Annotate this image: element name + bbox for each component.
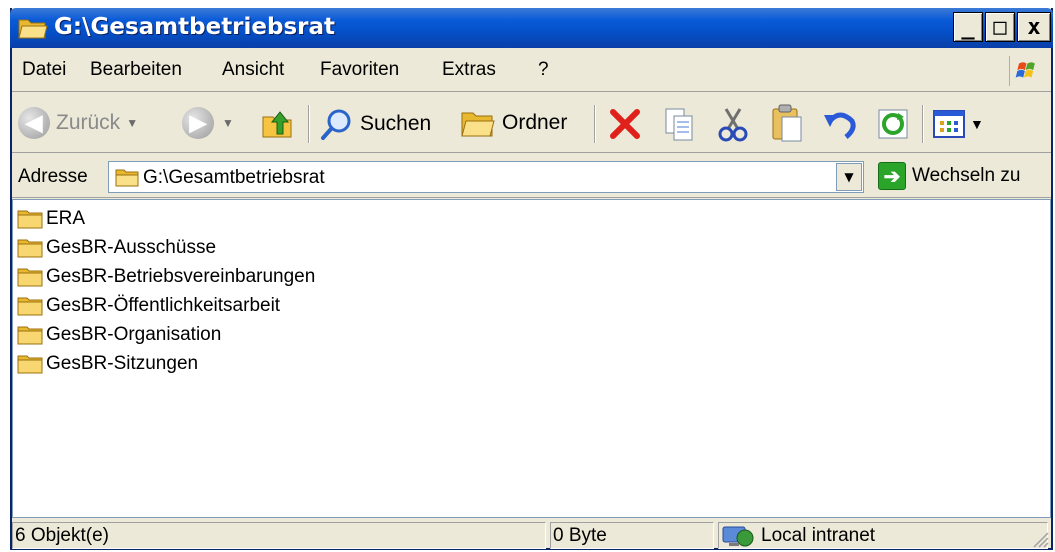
menu-help[interactable]: ? (538, 59, 549, 81)
list-item[interactable]: GesBR-Öffentlichkeitsarbeit (17, 293, 280, 319)
status-object-count: 6 Objekt(e) (12, 522, 546, 549)
folders-icon (461, 112, 495, 137)
status-size-value: 0 Byte (553, 524, 607, 546)
list-item[interactable]: GesBR-Betriebsvereinbarungen (17, 264, 315, 290)
views-dropdown-icon[interactable]: ▼ (970, 116, 984, 132)
menu-extras[interactable]: Extras (442, 59, 496, 81)
copy-to-icon[interactable] (662, 105, 696, 143)
list-item[interactable]: GesBR-Organisation (17, 322, 221, 348)
views-icon (933, 110, 965, 138)
file-name: GesBR-Organisation (46, 324, 222, 345)
file-name: GesBR-Betriebsvereinbarungen (46, 266, 316, 287)
file-name: GesBR-Sitzungen (46, 353, 199, 374)
status-bar: 6 Objekt(e) 0 Byte Local intranet (12, 521, 1051, 550)
folders-button[interactable]: Ordner (460, 107, 567, 139)
local-intranet-icon (722, 526, 754, 546)
address-input[interactable]: G:\Gesamtbetriebsrat ▼ (108, 161, 864, 193)
close-button[interactable]: x (1017, 12, 1051, 42)
back-button[interactable]: ◀ Zurück ▼ (18, 107, 138, 139)
cut-icon[interactable] (716, 105, 750, 143)
views-button[interactable]: ▼ (932, 107, 984, 141)
title-bar[interactable]: G:\Gesamtbetriebsrat _ □ x (10, 8, 1053, 48)
status-zone-label: Local intranet (761, 524, 876, 546)
folder-icon (115, 169, 139, 187)
forward-dropdown-icon[interactable]: ▼ (222, 116, 234, 130)
search-button[interactable]: Suchen (320, 107, 431, 141)
back-label: Zurück (56, 111, 121, 134)
folder-icon (17, 355, 43, 374)
forward-icon: ▶ (182, 107, 214, 139)
explorer-window: G:\Gesamtbetriebsrat _ □ x Datei Bearbei… (10, 8, 1053, 550)
open-folder-icon (18, 19, 48, 39)
search-label: Suchen (360, 112, 432, 135)
file-list[interactable]: ERA GesBR-Ausschüsse GesBR-Betriebsverei… (12, 199, 1051, 518)
file-name: GesBR-Ausschüsse (46, 237, 217, 258)
file-name: GesBR-Öffentlichkeitsarbeit (46, 295, 281, 316)
menu-bar: Datei Bearbeiten Ansicht Favoriten Extra… (12, 52, 1051, 92)
list-item[interactable]: ERA (17, 206, 85, 232)
folder-icon (17, 297, 43, 316)
menu-datei[interactable]: Datei (22, 59, 66, 81)
menu-ansicht[interactable]: Ansicht (222, 59, 284, 81)
minimize-button[interactable]: _ (953, 12, 983, 42)
back-dropdown-icon[interactable]: ▼ (126, 116, 138, 130)
address-dropdown-icon[interactable]: ▼ (836, 163, 862, 191)
go-arrow-icon: ➔ (878, 162, 906, 190)
file-name: ERA (46, 208, 86, 229)
list-item[interactable]: GesBR-Ausschüsse (17, 235, 216, 261)
list-item[interactable]: GesBR-Sitzungen (17, 351, 198, 377)
window-title: G:\Gesamtbetriebsrat (54, 14, 336, 40)
menu-favoriten[interactable]: Favoriten (320, 59, 399, 81)
search-icon (321, 109, 351, 140)
paste-icon[interactable] (770, 103, 804, 143)
address-value: G:\Gesamtbetriebsrat (143, 167, 325, 188)
menu-bearbeiten[interactable]: Bearbeiten (90, 59, 182, 81)
maximize-button[interactable]: □ (985, 12, 1015, 42)
undo-icon[interactable] (822, 107, 858, 141)
resize-grip-icon[interactable] (1031, 530, 1049, 548)
forward-button[interactable]: ▶ ▼ (182, 107, 234, 139)
status-size: 0 Byte (550, 522, 714, 549)
windows-logo-icon (1009, 56, 1035, 86)
address-label: Adresse (18, 166, 88, 187)
up-folder-icon[interactable] (260, 107, 294, 141)
status-objects: 6 Objekt(e) (15, 524, 109, 546)
address-bar: Adresse G:\Gesamtbetriebsrat ▼ ➔ Wechsel… (12, 156, 1051, 198)
delete-icon[interactable] (608, 107, 642, 141)
back-icon: ◀ (18, 107, 50, 139)
refresh-icon[interactable] (876, 107, 910, 141)
folder-icon (17, 268, 43, 287)
go-label: Wechseln zu (912, 165, 1021, 186)
folder-icon (17, 210, 43, 229)
standard-toolbar: ◀ Zurück ▼ ▶ ▼ Suchen Ordner ▼ (12, 95, 1051, 153)
folders-label: Ordner (502, 111, 568, 134)
status-zone: Local intranet (718, 522, 1048, 549)
folder-icon (17, 239, 43, 258)
folder-icon (17, 326, 43, 345)
go-button[interactable]: ➔ Wechseln zu (878, 162, 1020, 190)
